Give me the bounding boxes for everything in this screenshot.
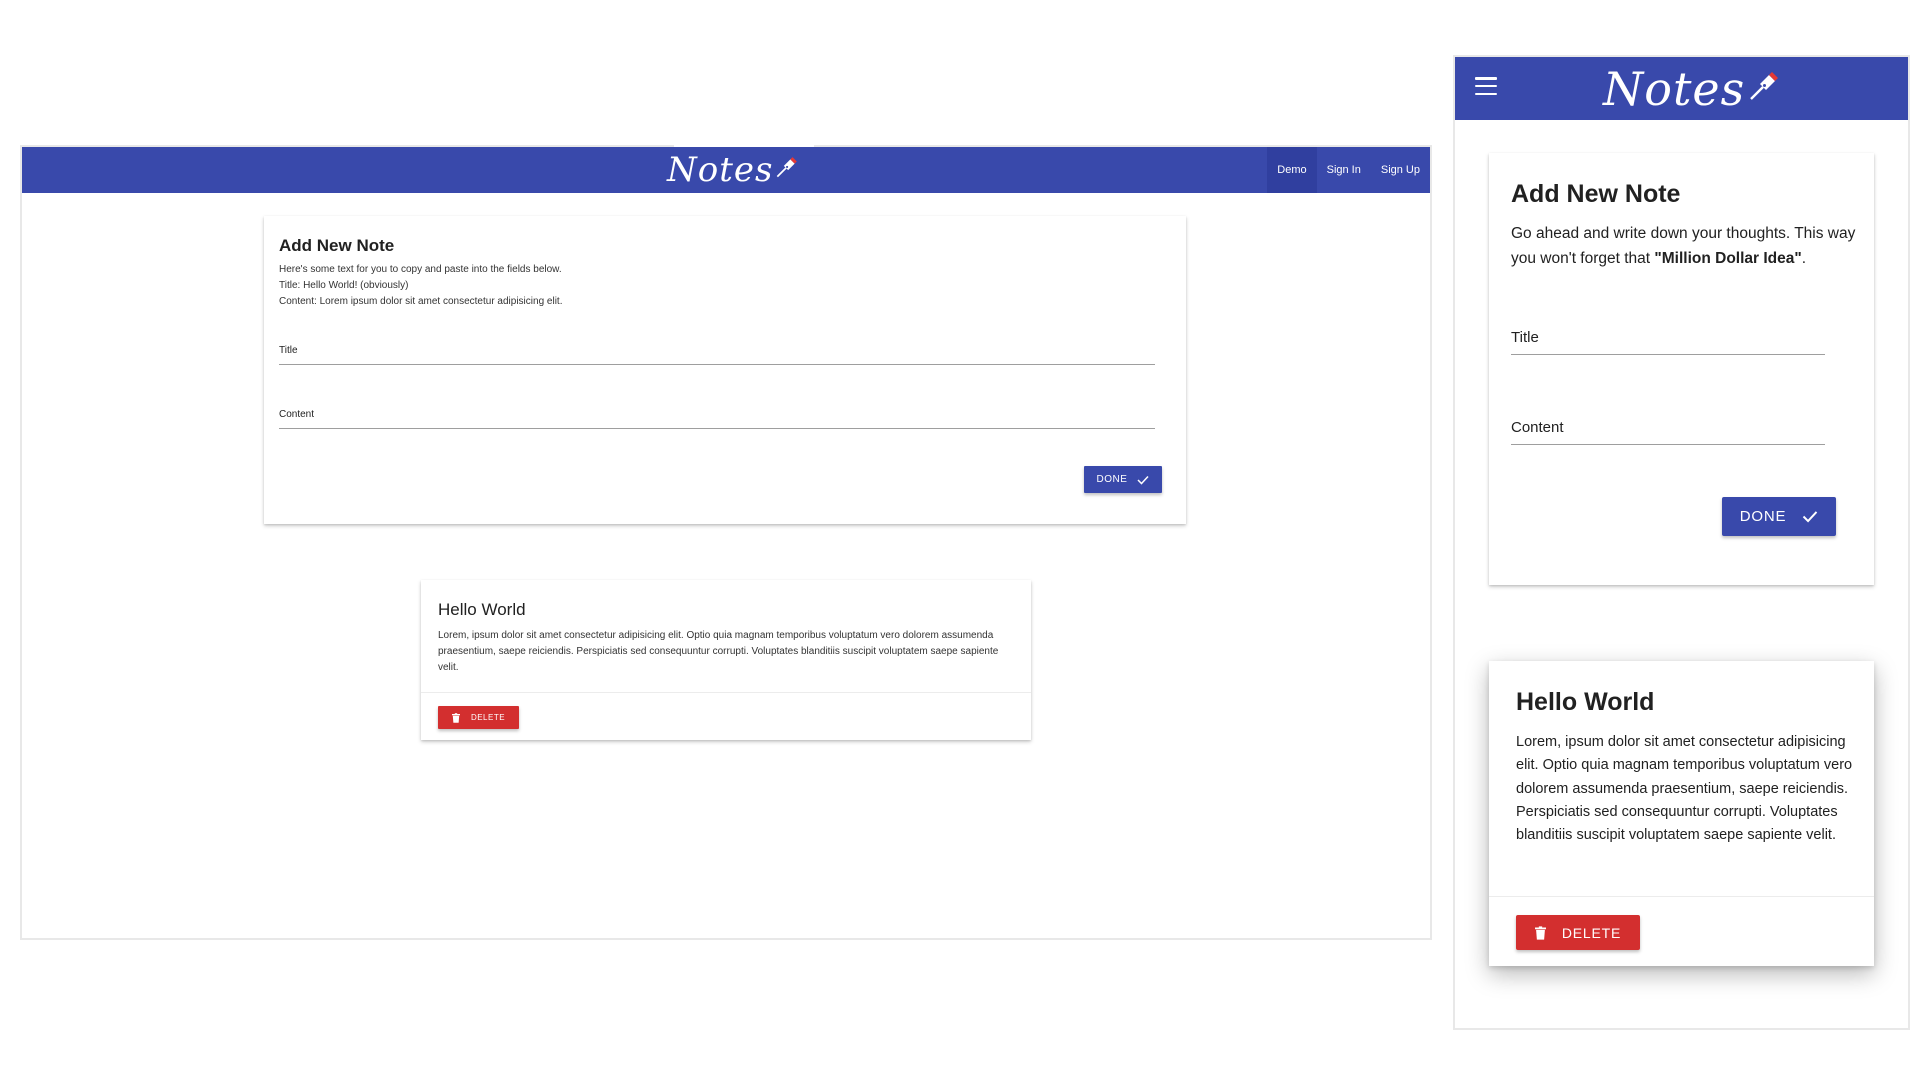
desktop-logo[interactable]: Notes xyxy=(667,149,799,191)
note-title: Hello World xyxy=(438,600,526,619)
checkmark-icon xyxy=(1137,475,1150,485)
content-input[interactable] xyxy=(1511,420,1825,442)
done-button[interactable]: Done xyxy=(1084,466,1162,493)
hamburger-menu-icon[interactable] xyxy=(1475,77,1497,95)
mobile-logo[interactable]: Notes xyxy=(1603,61,1781,116)
note-divider xyxy=(421,692,1031,693)
instruction-line: Here's some text for you to copy and pas… xyxy=(279,264,562,275)
note-title: Hello World xyxy=(1516,688,1655,716)
note-body: Lorem, ipsum dolor sit amet consectetur … xyxy=(1516,734,1853,844)
navbar-top-tab-decoration xyxy=(674,144,814,147)
add-note-title: Add New Note xyxy=(279,236,395,255)
add-note-instructions: Here's some text for you to copy and pas… xyxy=(279,262,562,310)
mobile-note-card: Hello World Lorem, ipsum dolor sit amet … xyxy=(1489,661,1874,966)
pen-nib-icon xyxy=(773,150,799,190)
title-input[interactable] xyxy=(279,340,1155,362)
note-body: Lorem, ipsum dolor sit amet consectetur … xyxy=(438,630,999,673)
add-note-description: Go ahead and write down your thoughts. T… xyxy=(1511,221,1861,271)
done-button-label: Done xyxy=(1739,508,1787,525)
desktop-note-card: Hello World Lorem, ipsum dolor sit amet … xyxy=(421,580,1031,740)
desktop-navbar: Notes Demo Sign In Sign Up xyxy=(22,144,1430,193)
content-field[interactable]: Content xyxy=(1511,403,1825,445)
description-end: . xyxy=(1801,250,1807,267)
logo-text: Notes xyxy=(667,150,774,190)
instruction-line: Title: Hello World! (obviously) xyxy=(279,280,409,291)
nav-link-demo[interactable]: Demo xyxy=(1267,147,1317,193)
done-button-label: Done xyxy=(1096,474,1128,485)
delete-button-label: Delete xyxy=(1561,924,1622,941)
checkmark-icon xyxy=(1802,510,1818,523)
delete-button-label: Delete xyxy=(470,713,506,722)
description-highlight: "Million Dollar Idea" xyxy=(1654,250,1802,267)
delete-button[interactable]: Delete xyxy=(438,706,519,729)
trash-icon xyxy=(451,712,460,723)
content-field[interactable]: Content xyxy=(279,397,1155,429)
title-field[interactable]: Title xyxy=(1511,313,1825,355)
desktop-preview-frame: Notes Demo Sign In Sign Up Add New Note … xyxy=(20,144,1432,940)
desktop-nav-links: Demo Sign In Sign Up xyxy=(1267,147,1430,193)
trash-icon xyxy=(1534,925,1546,940)
title-input[interactable] xyxy=(1511,330,1825,352)
nav-link-sign-in[interactable]: Sign In xyxy=(1317,147,1371,193)
mobile-add-note-card: Add New Note Go ahead and write down you… xyxy=(1489,153,1874,585)
content-input[interactable] xyxy=(279,404,1155,426)
delete-button[interactable]: Delete xyxy=(1516,915,1640,950)
title-field[interactable]: Title xyxy=(279,333,1155,365)
logo-text: Notes xyxy=(1603,61,1746,116)
note-divider xyxy=(1489,896,1874,897)
pen-nib-icon xyxy=(1745,62,1781,116)
nav-link-sign-up[interactable]: Sign Up xyxy=(1371,147,1430,193)
desktop-add-note-card: Add New Note Here's some text for you to… xyxy=(264,216,1186,524)
done-button[interactable]: Done xyxy=(1722,497,1836,536)
instruction-line: Content: Lorem ipsum dolor sit amet cons… xyxy=(279,296,563,307)
mobile-navbar: Notes xyxy=(1455,57,1908,120)
mobile-preview-frame: Notes Add New Note Go ahead and write do… xyxy=(1453,55,1910,1030)
add-note-title: Add New Note xyxy=(1511,180,1681,208)
